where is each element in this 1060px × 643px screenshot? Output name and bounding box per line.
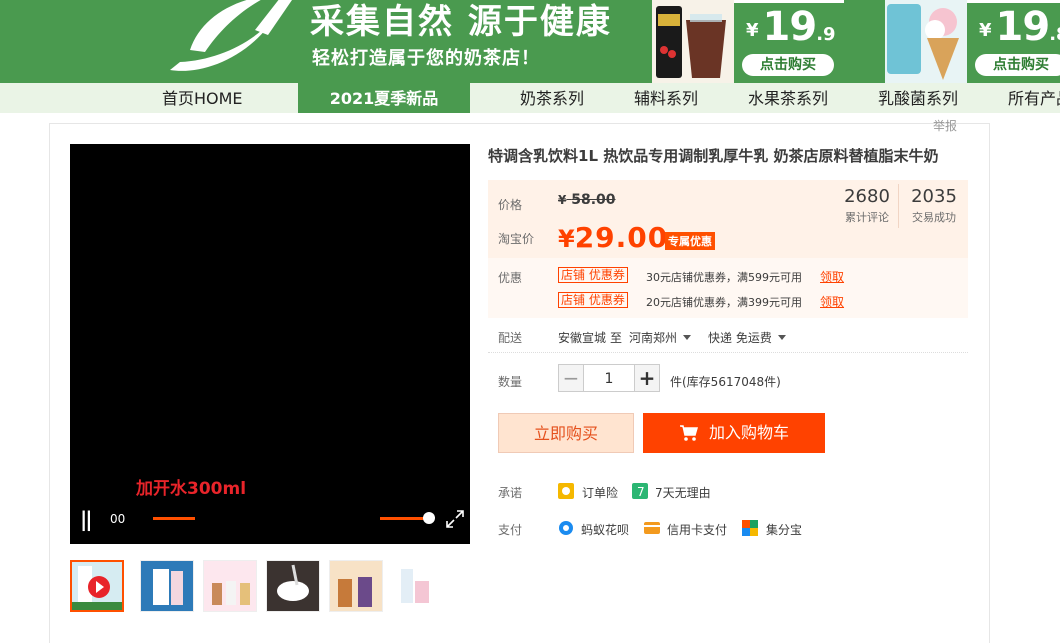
decrease-button[interactable]: − xyxy=(558,364,584,392)
ice-cream-product-icon xyxy=(885,0,967,83)
credit-card-icon xyxy=(644,522,660,534)
add-to-cart-label: 加入购物车 xyxy=(708,423,789,442)
taobao-price: ¥29.00 xyxy=(558,221,669,254)
delivery-label: 配送 xyxy=(498,331,523,345)
shipping-select[interactable]: 快递 免运费 xyxy=(708,329,786,346)
coupon-tag-1: 店铺 优惠券 xyxy=(558,267,628,283)
coupon-label: 优惠 xyxy=(498,271,523,285)
promo-price: ¥19.8 xyxy=(979,4,1060,50)
svg-text:7: 7 xyxy=(637,485,645,499)
divider xyxy=(488,352,968,353)
promo-buy-button-2[interactable]: 点击购买 xyxy=(975,54,1060,76)
coupon-text-2: 20元店铺优惠券，满399元可用 xyxy=(646,296,802,309)
ship-from: 安徽宣城 xyxy=(558,331,607,345)
ship-to-select[interactable]: 河南郑州 xyxy=(629,329,692,346)
add-to-cart-button[interactable]: 加入购物车 xyxy=(643,413,825,453)
stock-text: 件(库存5617048件) xyxy=(670,375,781,389)
chevron-down-icon xyxy=(777,335,786,340)
nav-fruit-tea[interactable]: 水果茶系列 xyxy=(748,83,828,113)
nav-lactic[interactable]: 乳酸菌系列 xyxy=(878,83,958,113)
shop-banner: 采集自然 源于健康 轻松打造属于您的奶茶店！ ¥19.9 点击购买 ¥19.8 xyxy=(0,0,1060,83)
shop-nav: 首页HOME 2021夏季新品 奶茶系列 辅料系列 水果茶系列 乳酸菌系列 所有… xyxy=(0,83,1060,113)
drink-product-icon xyxy=(652,0,734,83)
claim-coupon-1[interactable]: 领取 xyxy=(820,268,844,285)
fullscreen-icon[interactable] xyxy=(445,509,465,529)
leaf-logo-icon xyxy=(170,0,292,71)
nav-summer-new[interactable]: 2021夏季新品 xyxy=(298,83,470,113)
thumbnail-video[interactable] xyxy=(70,560,124,612)
huabei-icon xyxy=(559,521,573,535)
thumbnail-3[interactable] xyxy=(203,560,257,612)
thumbnail-6[interactable] xyxy=(392,560,446,612)
promo-card-2[interactable]: ¥19.8 点击购买 xyxy=(885,0,1060,83)
nav-supplies[interactable]: 辅料系列 xyxy=(634,83,698,113)
ship-to-word: 至 xyxy=(610,331,623,345)
banner-subtitle: 轻松打造属于您的奶茶店！ xyxy=(312,48,540,69)
stat-divider xyxy=(898,184,899,228)
promo-card-1[interactable]: ¥19.9 点击购买 xyxy=(652,0,862,83)
nav-all-products[interactable]: 所有产品 xyxy=(1008,83,1060,113)
taobao-price-label: 淘宝价 xyxy=(498,232,535,246)
promise-insurance[interactable]: 订单险 xyxy=(582,484,618,501)
video-time: 00 xyxy=(110,512,126,526)
thumbnail-5[interactable] xyxy=(329,560,383,612)
sales-stat: 2035 交易成功 xyxy=(904,186,964,225)
buy-now-button[interactable]: 立即购买 xyxy=(498,413,634,453)
coupon-text-1: 30元店铺优惠券，满599元可用 xyxy=(646,271,802,284)
pause-icon[interactable]: || xyxy=(80,507,93,531)
video-overlay xyxy=(70,144,470,544)
promise-label: 承诺 xyxy=(498,486,523,500)
volume-knob[interactable] xyxy=(423,512,435,524)
product-title: 特调含乳饮料1L 热饮品专用调制乳厚牛乳 奶茶店原料替植脂末牛奶 xyxy=(488,147,939,165)
original-price: ¥ 58.00 xyxy=(558,192,616,208)
report-link[interactable]: 举报 xyxy=(933,117,957,134)
nav-home[interactable]: 首页HOME xyxy=(162,83,243,113)
promo-buy-button-1[interactable]: 点击购买 xyxy=(742,54,834,76)
pay-huabei[interactable]: 蚂蚁花呗 xyxy=(581,521,629,538)
sales-label: 交易成功 xyxy=(912,211,956,224)
pay-jifenbao[interactable]: 集分宝 xyxy=(766,521,802,538)
payment-label: 支付 xyxy=(498,523,523,537)
increase-button[interactable]: + xyxy=(634,364,660,392)
thumbnail-2[interactable] xyxy=(140,560,194,612)
banner-slogan: 采集自然 源于健康 xyxy=(310,2,612,42)
coupon-tag-2: 店铺 优惠券 xyxy=(558,292,628,308)
quantity-input[interactable]: 1 xyxy=(584,364,634,392)
reviews-count: 2680 xyxy=(844,186,890,207)
reviews-stat[interactable]: 2680 累计评论 xyxy=(838,186,896,225)
video-caption: 加开水300ml xyxy=(136,479,247,499)
promise-return[interactable]: 7天无理由 xyxy=(655,484,711,501)
seven-day-return-icon: 7 xyxy=(632,483,648,499)
video-progress-left[interactable] xyxy=(153,517,195,520)
claim-coupon-2[interactable]: 领取 xyxy=(820,293,844,310)
cart-icon xyxy=(679,425,698,441)
chevron-down-icon xyxy=(683,335,692,340)
quantity-label: 数量 xyxy=(498,375,523,389)
pay-credit-card[interactable]: 信用卡支付 xyxy=(667,521,727,538)
order-insurance-icon xyxy=(558,483,574,499)
exclusive-badge: 专属优惠 xyxy=(665,232,715,250)
promo-price: ¥19.9 xyxy=(746,4,836,50)
volume-bar[interactable] xyxy=(380,517,424,520)
jifenbao-icon xyxy=(742,520,758,536)
sales-count: 2035 xyxy=(911,186,957,207)
price-label: 价格 xyxy=(498,198,523,212)
nav-milk-tea[interactable]: 奶茶系列 xyxy=(520,83,584,113)
promo-divider xyxy=(734,0,844,3)
reviews-label: 累计评论 xyxy=(845,211,889,224)
thumbnail-4[interactable] xyxy=(266,560,320,612)
promo-divider xyxy=(967,0,1060,3)
